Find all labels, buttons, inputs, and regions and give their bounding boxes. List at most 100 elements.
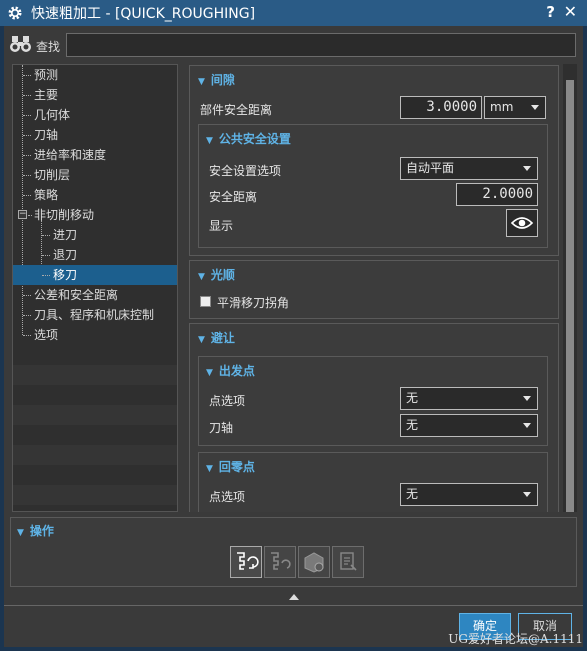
return-point-option-label: 点选项 (209, 490, 246, 504)
tree-item-非切削移动[interactable]: − 非切削移动 (13, 205, 177, 225)
navigation-tree: 预测 主要 几何体 刀轴 进给率和速度 切削层 策略 − 非切削移动 进刀 退刀… (12, 64, 178, 512)
from-point-group: ▼ 出发点 点选项 无 刀轴 无 (198, 356, 548, 446)
search-input[interactable] (66, 33, 576, 57)
tree-item-label: 移刀 (53, 265, 78, 285)
from-point-header[interactable]: ▼ 出发点 (206, 362, 255, 379)
collapse-triangle-icon: ▼ (198, 77, 205, 87)
tree-item-策略[interactable]: 策略 (13, 185, 177, 205)
smooth-corners-checkbox[interactable] (200, 296, 211, 307)
tree-empty-row (13, 465, 177, 485)
collapse-triangle-icon: ▼ (206, 368, 213, 378)
collapse-triangle-icon: ▼ (198, 272, 205, 282)
tree-item-label: 几何体 (34, 108, 71, 122)
window-title: 快速粗加工 - [QUICK_ROUGHING] (31, 6, 256, 22)
dropdown-arrow-icon (523, 423, 531, 428)
tree-item-label: 预测 (34, 68, 59, 82)
tree-item-进刀[interactable]: 进刀 (13, 225, 177, 245)
tree-empty-row (13, 365, 177, 385)
return-point-option-select[interactable]: 无 (400, 483, 538, 506)
collapse-icon[interactable]: − (18, 210, 27, 219)
tree-item-预测[interactable]: 预测 (13, 65, 177, 85)
operation-header-label: 操作 (29, 524, 54, 538)
dropdown-arrow-icon (523, 492, 531, 497)
tree-item-公差和安全距离[interactable]: 公差和安全距离 (13, 285, 177, 305)
search-label: 查找 (36, 40, 61, 54)
common-safe-header[interactable]: ▼ 公共安全设置 (206, 130, 291, 147)
smoothing-group: ▼ 光顺 平滑移刀拐角 (189, 260, 559, 319)
collapse-triangle-icon: ▼ (198, 335, 205, 345)
scrollbar-thumb[interactable] (566, 80, 574, 512)
smoothing-header[interactable]: ▼ 光顺 (198, 266, 235, 283)
from-point-tool-axis-label: 刀轴 (209, 421, 234, 435)
operation-group: ▼ 操作 (10, 517, 577, 587)
generate-toolpath-button[interactable] (230, 546, 262, 578)
tree-empty-row (13, 485, 177, 505)
binoculars-icon[interactable] (10, 34, 32, 57)
clearance-group: ▼ 间隙 部件安全距离 3.0000 mm ▼ 公共安全设置 安全设置选项 自动平面… (189, 65, 559, 256)
collapse-triangle-icon: ▼ (206, 136, 213, 146)
divider (4, 605, 583, 606)
safe-option-select[interactable]: 自动平面 (400, 157, 538, 180)
verify-icon (304, 552, 324, 573)
return-point-header[interactable]: ▼ 回零点 (206, 458, 255, 475)
tree-item-进给率和速度[interactable]: 进给率和速度 (13, 145, 177, 165)
tree-item-label: 进刀 (53, 228, 78, 242)
avoidance-header[interactable]: ▼ 避让 (198, 329, 235, 346)
safe-option-value: 自动平面 (406, 161, 455, 175)
title-bar: 快速粗加工 - [QUICK_ROUGHING] ? ✕ (0, 0, 587, 26)
tree-empty-row (13, 385, 177, 405)
from-point-option-value: 无 (406, 391, 419, 405)
from-point-option-select[interactable]: 无 (400, 387, 538, 410)
dropdown-arrow-icon (531, 105, 539, 110)
tree-empty-row (13, 405, 177, 425)
part-safe-distance-input[interactable]: 3.0000 (400, 96, 482, 119)
tree-item-切削层[interactable]: 切削层 (13, 165, 177, 185)
replay-button[interactable] (264, 546, 296, 578)
unit-select[interactable]: mm (484, 96, 546, 119)
tree-item-label: 刀具、程序和机床控制 (34, 308, 155, 322)
smoothing-header-label: 光顺 (210, 268, 235, 282)
tree-item-退刀[interactable]: 退刀 (13, 245, 177, 265)
vertical-scrollbar[interactable] (563, 64, 577, 512)
smooth-corners-label: 平滑移刀拐角 (217, 296, 290, 310)
tree-empty-row (13, 445, 177, 465)
tree-item-label: 进给率和速度 (34, 148, 107, 162)
from-point-tool-axis-value: 无 (406, 418, 419, 432)
display-label: 显示 (209, 219, 234, 233)
tree-empty-row (13, 425, 177, 445)
from-point-header-label: 出发点 (218, 364, 255, 378)
tree-item-label: 选项 (34, 328, 59, 342)
tree-item-移刀[interactable]: 移刀 (13, 265, 177, 285)
dropdown-arrow-icon (523, 166, 531, 171)
tree-item-几何体[interactable]: 几何体 (13, 105, 177, 125)
from-point-option-label: 点选项 (209, 394, 246, 408)
verify-button[interactable] (298, 546, 330, 578)
common-safe-settings-group: ▼ 公共安全设置 安全设置选项 自动平面 安全距离 2.0000 显示 (198, 124, 548, 248)
gear-icon (5, 3, 25, 23)
collapse-up-icon[interactable] (289, 594, 299, 600)
replay-icon (271, 552, 291, 570)
tree-item-刀轴[interactable]: 刀轴 (13, 125, 177, 145)
operation-header[interactable]: ▼ 操作 (17, 522, 54, 539)
generate-icon (237, 552, 259, 570)
tree-item-主要[interactable]: 主要 (13, 85, 177, 105)
clearance-header[interactable]: ▼ 间隙 (198, 71, 235, 88)
list-icon (340, 552, 357, 571)
common-safe-header-label: 公共安全设置 (218, 132, 291, 146)
unit-select-value: mm (490, 100, 514, 114)
tree-item-选项[interactable]: 选项 (13, 325, 177, 345)
list-button[interactable] (332, 546, 364, 578)
return-point-option-value: 无 (406, 487, 419, 501)
safe-distance-input[interactable]: 2.0000 (456, 183, 538, 206)
tree-item-label: 刀轴 (34, 128, 59, 142)
display-eye-button[interactable] (506, 209, 538, 237)
tree-item-label: 主要 (34, 88, 59, 102)
tree-item-刀具程序和机床控制[interactable]: 刀具、程序和机床控制 (13, 305, 177, 325)
return-point-header-label: 回零点 (218, 460, 255, 474)
return-point-group: ▼ 回零点 点选项 无 (198, 452, 548, 512)
dialog-body: 查找 预测 主要 几何体 刀轴 进给率和速度 切削层 策略 − 非切削移动 进刀… (4, 26, 583, 647)
help-button[interactable]: ? (546, 3, 555, 21)
close-button[interactable]: ✕ (564, 2, 577, 21)
avoidance-group: ▼ 避让 ▼ 出发点 点选项 无 刀轴 无 ▼ 回零点 点选项 无 (189, 323, 559, 512)
from-point-tool-axis-select[interactable]: 无 (400, 414, 538, 437)
